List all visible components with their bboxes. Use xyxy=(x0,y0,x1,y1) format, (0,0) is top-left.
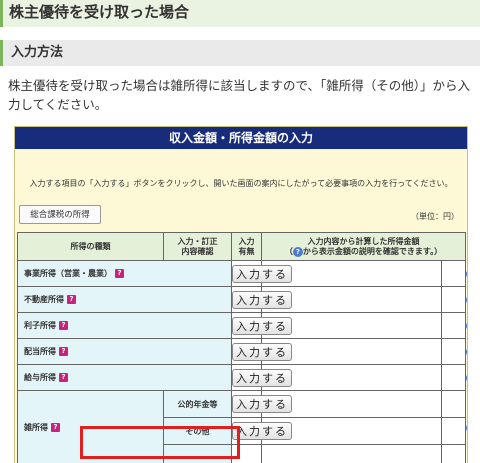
misc-pension-label: 公的年金等 xyxy=(163,390,232,418)
help-icon[interactable]: ? xyxy=(466,268,467,279)
intro-text: 株主優待を受け取った場合は雑所得に該当しますので、「雑所得（その他）」から入力し… xyxy=(8,78,471,112)
highlight-box xyxy=(80,426,240,459)
question-icon[interactable]: ? xyxy=(51,423,60,432)
help-icon[interactable]: ? xyxy=(466,422,467,433)
table-row: 不動産所得? 入力する ? xyxy=(17,286,467,313)
section-heading: 入力方法 xyxy=(0,40,480,66)
help-icon[interactable]: ? xyxy=(466,320,467,331)
amount-cell xyxy=(440,286,467,313)
question-icon[interactable]: ? xyxy=(59,347,68,356)
header-input-edit: 入力・訂正 内容確認 xyxy=(163,232,232,261)
income-type-label: 給与所得? xyxy=(17,364,232,391)
question-icon[interactable]: ? xyxy=(59,373,68,382)
question-icon[interactable]: ? xyxy=(67,295,76,304)
input-button-real-estate[interactable]: 入力する xyxy=(232,290,292,309)
input-button-interest[interactable]: 入力する xyxy=(232,316,292,335)
help-icon[interactable]: ? xyxy=(466,346,467,357)
amount-cell xyxy=(440,444,467,463)
input-button-pension[interactable]: 入力する xyxy=(232,395,292,413)
amount-cell xyxy=(440,417,467,445)
help-icon: ? xyxy=(292,246,303,257)
amount-cell xyxy=(440,260,467,287)
income-type-label: 事業所得（営業・農業）? xyxy=(17,260,232,287)
input-button-business[interactable]: 入力する xyxy=(232,264,292,283)
amount-cell xyxy=(440,338,467,365)
income-input-panel: 収入金額・所得金額の入力 入力する項目の「入力する」ボタンをクリックし、開いた画… xyxy=(14,126,468,463)
input-button-salary[interactable]: 入力する xyxy=(232,368,292,387)
question-icon[interactable]: ? xyxy=(59,321,68,330)
income-type-label: 利子所得? xyxy=(17,312,232,339)
table-row: 配当所得? 入力する ? xyxy=(17,338,467,365)
panel-title: 収入金額・所得金額の入力 xyxy=(15,127,467,149)
table-row: 給与所得? 入力する ? xyxy=(17,364,467,391)
help-icon[interactable]: ? xyxy=(466,294,467,305)
panel-instruction: 入力する項目の「入力する」ボタンをクリックし、開いた画面の案内にしたがって必要事… xyxy=(29,179,453,188)
amount-cell xyxy=(440,390,467,418)
header-calculated-amount: 入力内容から計算した所得金額（? から表示金額の説明を確認できます。） xyxy=(260,232,467,261)
header-income-type: 所得の種類 xyxy=(17,232,164,261)
input-button-dividend[interactable]: 入力する xyxy=(232,342,292,361)
question-icon[interactable]: ? xyxy=(115,269,124,278)
unit-label: （単位：円） xyxy=(411,212,459,221)
header-input-status: 入力 有無 xyxy=(231,232,262,261)
income-type-label: 不動産所得? xyxy=(17,286,232,313)
general-taxation-tab-button[interactable]: 総合課税の所得 xyxy=(19,205,101,224)
table-row: 利子所得? 入力する ? xyxy=(17,312,467,339)
input-button-misc-other[interactable]: 入力する xyxy=(232,422,292,440)
table-row: 雑所得? 公的年金等 入力する ? xyxy=(17,390,467,463)
amount-cell xyxy=(440,312,467,339)
income-type-label: 配当所得? xyxy=(17,338,232,365)
table-row: 事業所得（営業・農業）? 入力する ? xyxy=(17,260,467,287)
page-title: 株主優待を受け取った場合 xyxy=(0,0,480,27)
amount-cell xyxy=(440,364,467,391)
input-status-cell xyxy=(261,444,442,463)
help-icon[interactable]: ? xyxy=(466,372,467,383)
